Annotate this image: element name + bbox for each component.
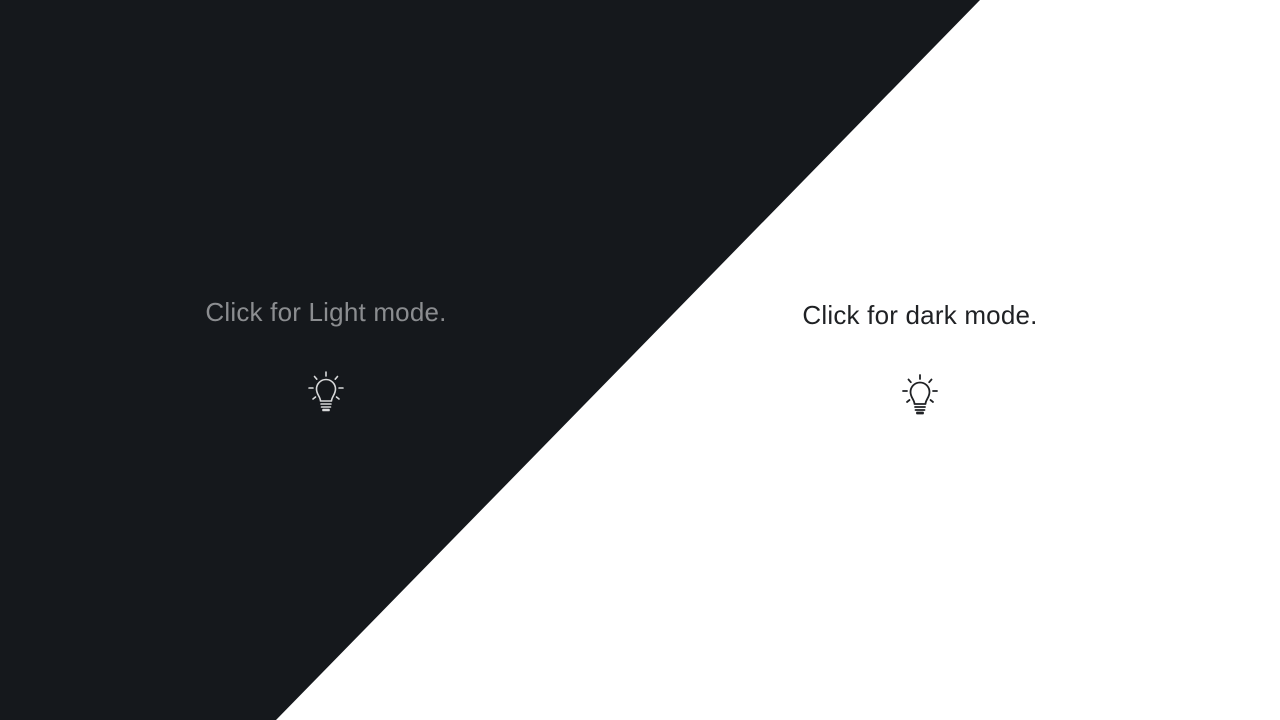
lightbulb-icon[interactable] xyxy=(304,370,348,414)
dark-mode-label: Click for dark mode. xyxy=(802,300,1038,330)
theme-switcher-stage: Click for Light mode. Click for dark mod… xyxy=(0,0,1280,720)
light-mode-label: Click for Light mode. xyxy=(205,297,447,327)
lightbulb-icon[interactable] xyxy=(898,373,942,417)
dark-mode-toggle[interactable]: Click for dark mode. xyxy=(780,300,1060,417)
light-mode-toggle[interactable]: Click for Light mode. xyxy=(186,297,466,414)
